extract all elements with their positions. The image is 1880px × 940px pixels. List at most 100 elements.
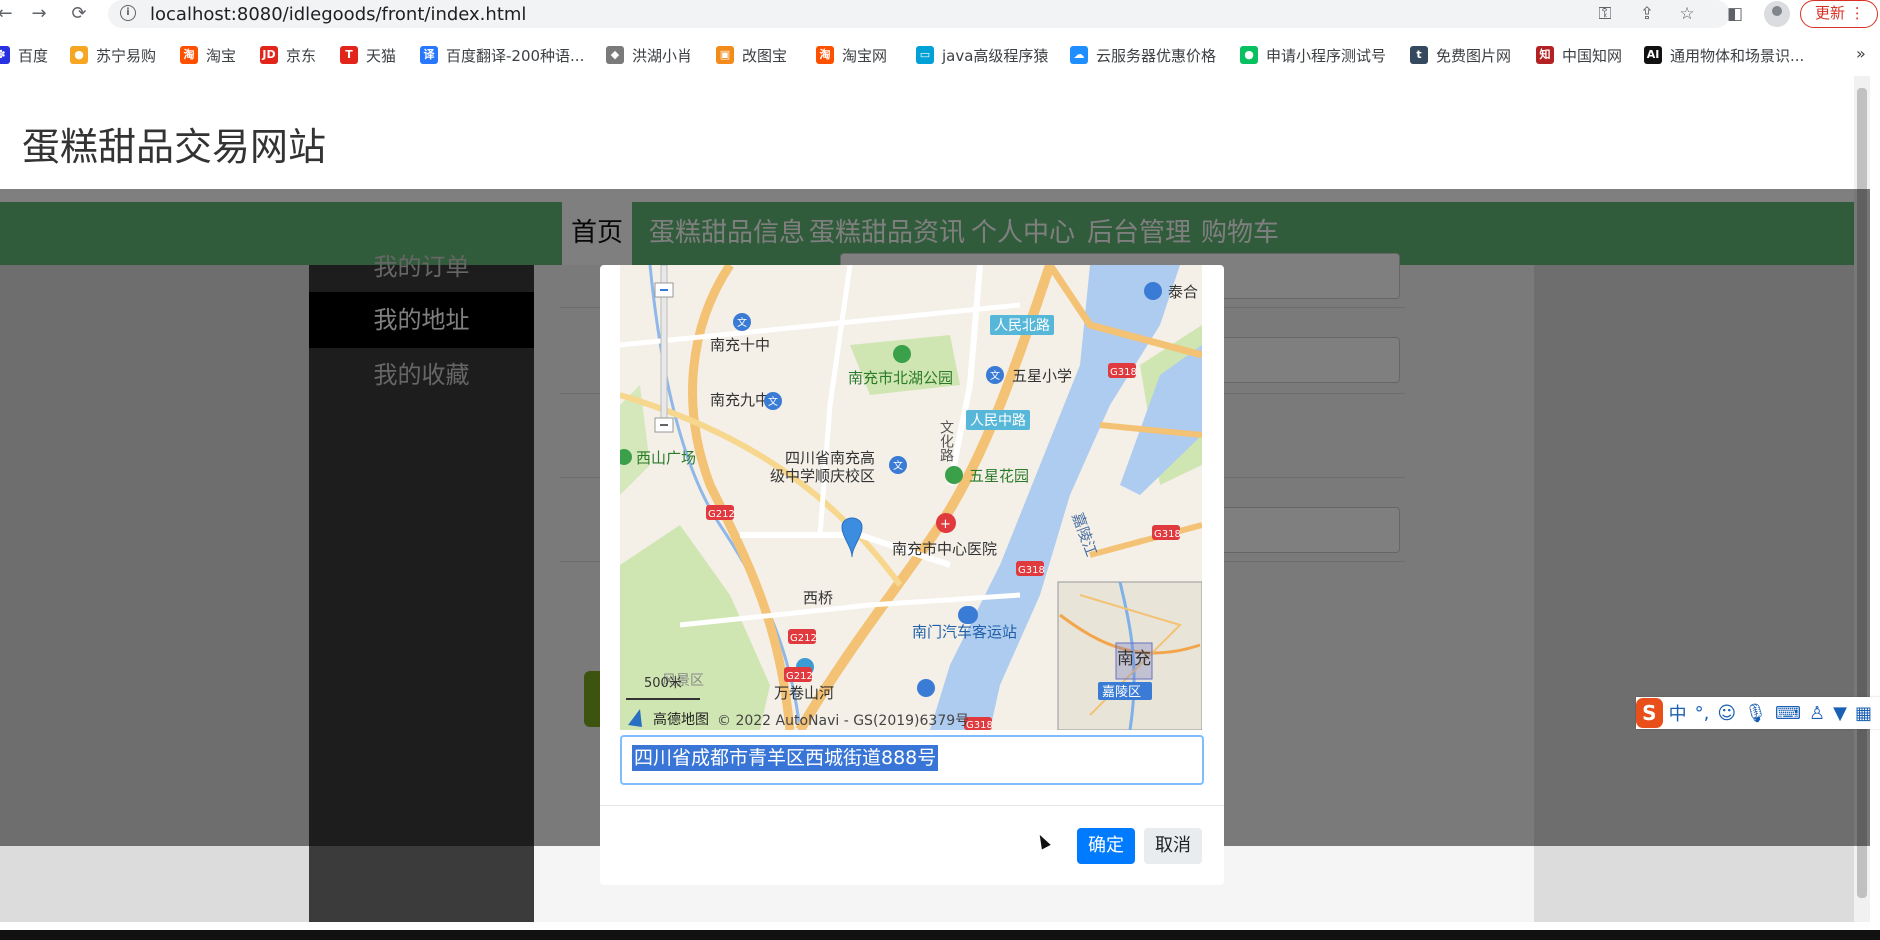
address-input-value[interactable]: 四川省成都市青羊区西城街道888号 — [632, 745, 939, 771]
place-label: 南充市中心医院 — [892, 540, 997, 558]
bookmark-object-recognition[interactable]: AI 通用物体和场景识... — [1644, 44, 1804, 66]
bookmark-cnki[interactable]: 知中国知网 — [1536, 44, 1622, 66]
forward-icon[interactable]: → — [28, 3, 50, 25]
url-text[interactable]: localhost:8080/idlegoods/front/index.htm… — [150, 4, 526, 25]
suning-icon: ● — [70, 46, 88, 64]
side-panel-icon[interactable]: ◧ — [1724, 3, 1746, 25]
bookmark-baidu[interactable]: ✽ 百度 — [0, 44, 48, 66]
bookmark-label: 云服务器优惠价格 — [1096, 46, 1217, 65]
place-label: 南充市北湖公园 — [848, 369, 953, 387]
taskbar-edge — [0, 930, 1880, 940]
modal-footer-divider — [600, 805, 1224, 806]
browser-toolbar: ← → ⟳ i localhost:8080/idlegoods/front/i… — [0, 0, 1880, 28]
address-picker-modal: 文 南充十中 南充市北湖公园 文 五星小学 人民北路 人民中路 南充九中 文 西… — [600, 265, 1224, 885]
highway-label: G318 — [1154, 529, 1181, 540]
emoji-icon[interactable]: ☺ — [1717, 703, 1736, 724]
map-view[interactable]: 文 南充十中 南充市北湖公园 文 五星小学 人民北路 人民中路 南充九中 文 西… — [620, 265, 1202, 730]
bookmark-star-icon[interactable]: ☆ — [1676, 3, 1698, 25]
road-label: 人民北路 — [994, 318, 1050, 334]
map-brand: 高德地图 — [653, 711, 709, 728]
confirm-button[interactable]: 确定 — [1077, 828, 1135, 864]
sogou-ime-icon[interactable]: S — [1636, 698, 1663, 728]
place-label: 南充九中 — [710, 391, 770, 409]
place-label: 嘉陵区 — [1102, 685, 1141, 700]
place-label: 万卷山河 — [774, 684, 834, 702]
gaitubao-icon: ▣ — [716, 46, 734, 64]
back-icon[interactable]: ← — [0, 3, 16, 25]
bookmark-free-images[interactable]: t 免费图片网 — [1410, 44, 1511, 66]
bookmark-label: 免费图片网 — [1436, 46, 1512, 65]
bookmark-label: 申请小程序测试号 — [1266, 46, 1387, 65]
bookmarks-bar: ✽ 百度 ● 苏宁易购 淘淘宝 JD 京东 T 天猫 译百度翻译-200种语... ◆ 洪… — [0, 40, 1880, 70]
jd-icon: JD — [260, 46, 278, 64]
bookmark-label: 通用物体和场景识... — [1670, 46, 1805, 65]
ime-mode-label[interactable]: 中 — [1669, 700, 1687, 726]
road-label: 文化路 — [938, 420, 954, 462]
bookmark-taobao-net[interactable]: 淘淘宝网 — [816, 44, 887, 66]
bookmark-jd[interactable]: JD 京东 — [260, 44, 316, 66]
bookmark-label: java高级程序猿 — [942, 46, 1049, 65]
profile-avatar[interactable] — [1764, 1, 1790, 27]
highway-label: G212 — [790, 633, 817, 644]
cloud-icon: ☁ — [1070, 46, 1088, 64]
place-label: 南门汽车客运站 — [912, 623, 1017, 641]
bookmark-baidu-translate[interactable]: 译百度翻译-200种语... — [420, 44, 584, 66]
share-icon[interactable]: ⇪ — [1636, 3, 1658, 25]
bookmark-gaitubao[interactable]: ▣ 改图宝 — [716, 44, 787, 66]
taobao-icon: 淘 — [180, 46, 198, 64]
tumblr-icon: t — [1410, 46, 1428, 64]
map-copyright: © 2022 AutoNavi - GS(2019)6379号 — [717, 713, 969, 729]
map-scale: 500米 — [644, 676, 682, 691]
place-label: 南充 — [1117, 649, 1151, 669]
highway-label: G318 — [1110, 367, 1137, 378]
cancel-button[interactable]: 取消 — [1144, 828, 1202, 864]
place-label: 南充十中 — [710, 336, 770, 354]
wechat-icon: ● — [1240, 46, 1258, 64]
punctuation-icon[interactable]: °, — [1695, 703, 1710, 724]
update-label: 更新 — [1815, 4, 1846, 22]
translate-icon: 译 — [420, 46, 438, 64]
bookmark-label: 改图宝 — [742, 46, 788, 65]
bookmark-label: 百度 — [18, 46, 49, 65]
voice-icon[interactable]: 🎙 — [1744, 703, 1767, 724]
bookmark-label: 百度翻译-200种语... — [446, 46, 585, 65]
map-canvas[interactable]: 文 南充十中 南充市北湖公园 文 五星小学 人民北路 人民中路 南充九中 文 西… — [620, 265, 1202, 730]
bookmark-label: 苏宁易购 — [96, 46, 157, 65]
site-title: 蛋糕甜品交易网站 — [22, 125, 327, 169]
bookmark-label: 洪湖小肖 — [632, 46, 693, 65]
bookmark-cloud[interactable]: ☁ 云服务器优惠价格 — [1070, 44, 1216, 66]
bookmark-suning[interactable]: ● 苏宁易购 — [70, 44, 156, 66]
bookmark-label: 淘宝 — [206, 46, 237, 65]
site-header: 蛋糕甜品交易网站 — [0, 76, 1870, 202]
reload-icon[interactable]: ⟳ — [68, 3, 90, 25]
bookmark-label: 淘宝网 — [842, 46, 888, 65]
address-input[interactable]: 四川省成都市青羊区西城街道888号 — [620, 735, 1204, 785]
site-info-icon[interactable]: i — [120, 5, 136, 21]
bookmark-label: 中国知网 — [1562, 46, 1623, 65]
svg-text:文: 文 — [737, 316, 747, 329]
road-label: 人民中路 — [970, 413, 1026, 429]
address-bar[interactable]: i localhost:8080/idlegoods/front/index.h… — [108, 0, 1730, 28]
user-icon[interactable]: ♙ — [1809, 703, 1825, 724]
bookmark-tmall[interactable]: T 天猫 — [340, 44, 396, 66]
skin-icon[interactable]: ▼ — [1833, 703, 1847, 724]
bookmark-honghu[interactable]: ◆ 洪湖小肖 — [606, 44, 692, 66]
bookmark-label: 京东 — [286, 46, 317, 65]
place-label: 西桥 — [803, 589, 833, 607]
update-button[interactable]: 更新 ⋮ — [1800, 0, 1878, 28]
baidu-icon: ✽ — [0, 46, 10, 64]
tmall-icon: T — [340, 46, 358, 64]
cnki-icon: 知 — [1536, 46, 1554, 64]
keyboard-icon[interactable]: ⌨ — [1775, 703, 1801, 724]
ime-toolbar[interactable]: S 中 °, ☺ 🎙 ⌨ ♙ ▼ ▦ — [1636, 697, 1880, 729]
taobao-icon: 淘 — [816, 46, 834, 64]
bookmarks-overflow-icon[interactable]: » — [1856, 44, 1866, 63]
bookmark-java[interactable]: ▭ java高级程序猿 — [916, 44, 1048, 66]
password-key-icon[interactable]: ⚿ — [1594, 3, 1616, 25]
highway-label: G212 — [786, 671, 813, 682]
svg-text:文: 文 — [990, 369, 1000, 382]
bookmark-taobao[interactable]: 淘淘宝 — [180, 44, 236, 66]
bookmark-miniprogram[interactable]: ● 申请小程序测试号 — [1240, 44, 1386, 66]
toolbox-icon[interactable]: ▦ — [1855, 703, 1872, 724]
place-label: 四川省南充高 — [785, 449, 875, 467]
